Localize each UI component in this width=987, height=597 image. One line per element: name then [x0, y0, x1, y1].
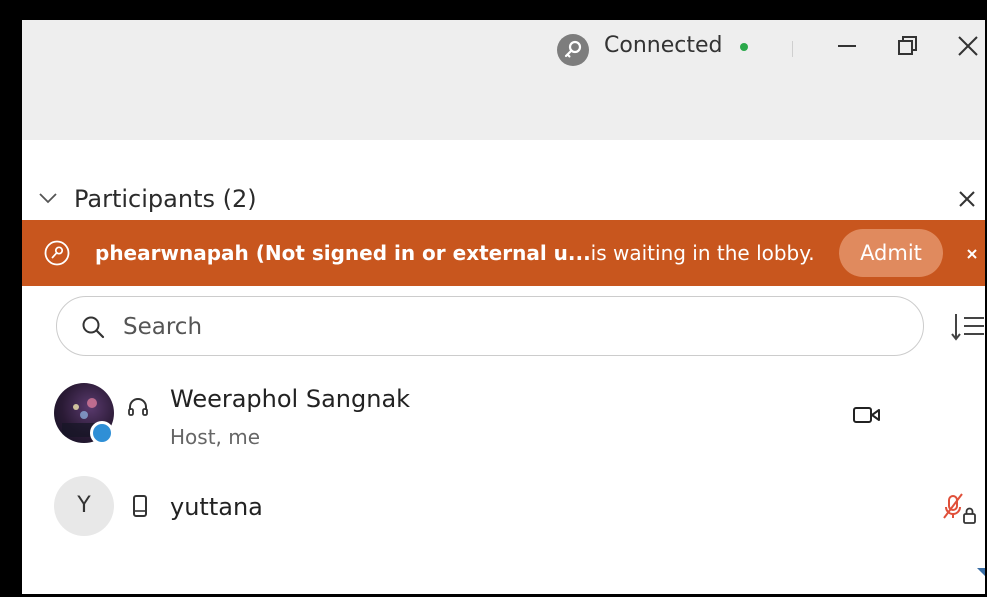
title-bar: Connected: [22, 20, 985, 140]
admit-button[interactable]: Admit: [839, 229, 943, 277]
avatar: Y: [54, 476, 114, 536]
chevron-down-icon[interactable]: [38, 192, 58, 204]
restore-button[interactable]: [890, 28, 926, 64]
lobby-waiting-text: is waiting in the lobby.: [590, 241, 815, 265]
close-icon[interactable]: [956, 188, 978, 210]
participant-row[interactable]: Weeraphol Sangnak Host, me: [22, 376, 985, 456]
minimize-icon: [838, 45, 856, 47]
lobby-participant-name: phearwnapah (Not signed in or external u…: [95, 241, 591, 265]
close-icon[interactable]: [962, 244, 982, 264]
mobile-phone-icon: [133, 495, 147, 517]
panel-title: Participants (2): [74, 185, 257, 213]
close-window-button[interactable]: [950, 28, 985, 64]
title-divider: [792, 41, 793, 57]
participant-name: Weeraphol Sangnak: [170, 385, 411, 413]
meeting-window: Connected Participants (2) phearwnapah (…: [22, 20, 985, 594]
lobby-notification-banner: phearwnapah (Not signed in or external u…: [22, 220, 985, 286]
participant-name: yuttana: [170, 493, 263, 521]
screen-border-left: [0, 0, 14, 597]
connection-status-label: Connected: [604, 33, 723, 58]
key-icon: [44, 240, 70, 266]
presence-badge: [90, 421, 114, 445]
participant-role: Host, me: [170, 425, 261, 449]
restore-icon: [898, 36, 917, 55]
scroll-down-indicator[interactable]: [977, 568, 985, 576]
search-icon: [82, 316, 105, 339]
participant-row[interactable]: Y yuttana: [22, 470, 985, 546]
headset-icon: [128, 398, 148, 416]
participant-search-box[interactable]: [56, 296, 924, 356]
participants-panel-header: Participants (2): [22, 140, 985, 220]
close-icon: [958, 36, 978, 56]
sort-icon[interactable]: [950, 310, 984, 344]
minimize-button[interactable]: [830, 28, 866, 64]
screen-border-top: [0, 0, 987, 12]
muted-locked-microphone-icon[interactable]: [940, 488, 980, 528]
search-input[interactable]: [121, 305, 885, 349]
connection-status-dot: [740, 43, 748, 51]
lobby-message: phearwnapah (Not signed in or external u…: [95, 239, 815, 267]
connection-key-icon[interactable]: [557, 34, 589, 66]
video-camera-icon[interactable]: [852, 404, 882, 426]
